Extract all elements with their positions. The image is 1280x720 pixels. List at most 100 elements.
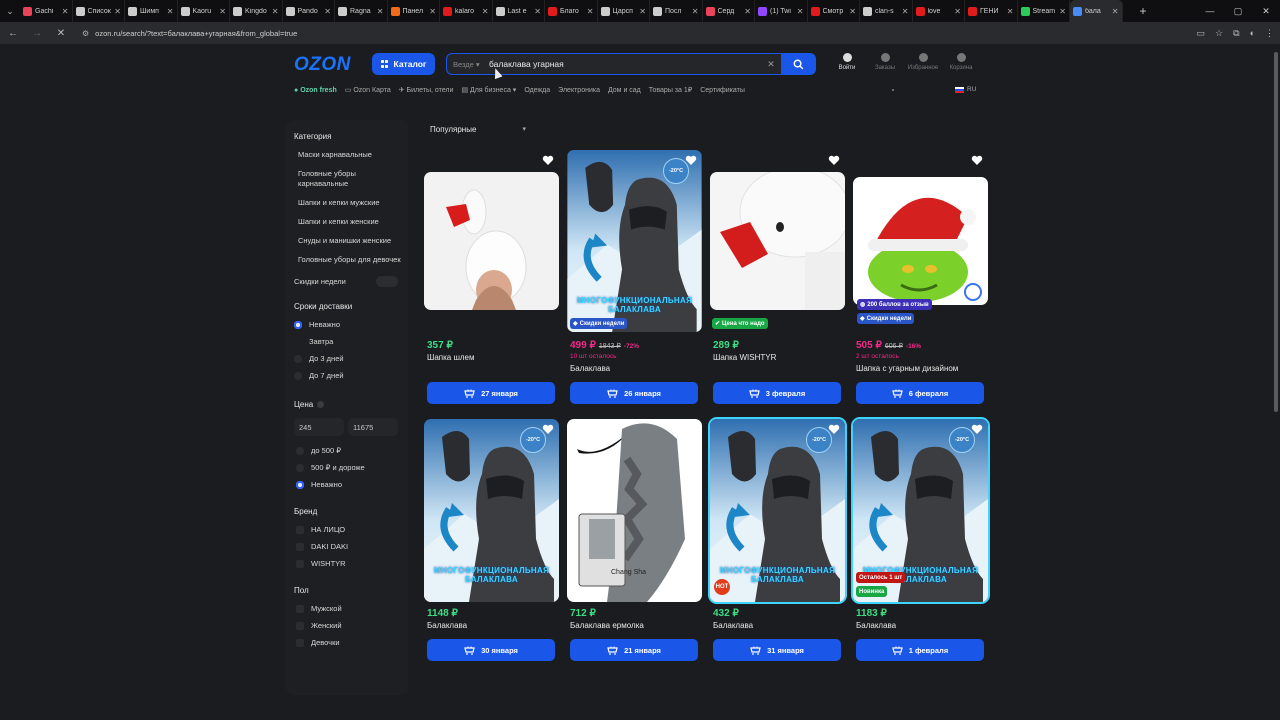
favorite-button[interactable] <box>971 153 983 165</box>
subnav-tickets[interactable]: ✈ Билеты, отели <box>399 86 454 94</box>
browser-tab[interactable]: kalaro ✕ <box>440 0 493 22</box>
browser-tab[interactable]: Посл ✕ <box>650 0 703 22</box>
product-title[interactable]: Балаклава <box>713 621 753 630</box>
subnav-clothes[interactable]: Одежда <box>524 87 550 94</box>
favorites-button[interactable]: Избранное <box>908 53 938 71</box>
site-info-icon[interactable]: ⚙ <box>82 29 89 38</box>
delivery-button[interactable]: 6 февраля <box>856 382 984 404</box>
brand-option[interactable]: WISHTYR <box>294 559 408 568</box>
search-input[interactable] <box>487 58 761 70</box>
search-button[interactable] <box>781 53 816 75</box>
browser-tab[interactable]: Список ✕ <box>73 0 125 22</box>
delivery-option[interactable]: Неважно <box>294 320 408 329</box>
browser-tab[interactable]: Шимп ✕ <box>125 0 178 22</box>
tab-close-icon[interactable]: ✕ <box>692 7 699 16</box>
subnav-ozon-card[interactable]: ▭ Ozon Карта <box>345 86 391 94</box>
extensions-icon[interactable]: ⧉ <box>1233 28 1239 39</box>
bookmark-star-icon[interactable]: ☆ <box>1215 28 1223 39</box>
browser-tab[interactable]: Pando ✕ <box>283 0 335 22</box>
minimize-icon[interactable]: — <box>1196 6 1224 17</box>
browser-tab[interactable]: clan-s ✕ <box>860 0 913 22</box>
product-title[interactable]: Шапка шлем <box>427 353 475 362</box>
category-link[interactable]: Головные уборы для девочек <box>294 255 408 265</box>
favorite-button[interactable] <box>828 153 840 165</box>
tab-close-icon[interactable]: ✕ <box>219 7 226 16</box>
discounts-toggle[interactable] <box>376 276 398 287</box>
product-title[interactable]: Шапка с угарным дизайном <box>856 364 958 373</box>
price-option[interactable]: 500 ₽ и дороже <box>294 463 408 472</box>
price-option[interactable]: Неважно <box>294 480 408 489</box>
catalog-button[interactable]: Каталог <box>372 53 435 75</box>
search-scope-select[interactable]: Везде ▾ <box>447 60 487 69</box>
tab-close-icon[interactable]: ✕ <box>1007 7 1014 16</box>
subnav-electronics[interactable]: Электроника <box>558 87 600 94</box>
price-from-input[interactable]: 245 <box>294 418 344 436</box>
gender-option[interactable]: Девочки <box>294 638 408 647</box>
cart-button[interactable]: Корзина <box>948 53 974 71</box>
new-tab-icon[interactable]: + <box>1134 4 1152 18</box>
login-button[interactable]: Войти <box>834 53 860 71</box>
subnav-ozon-fresh[interactable]: ● Ozon fresh <box>294 87 337 94</box>
tab-close-icon[interactable]: ✕ <box>114 7 121 16</box>
tab-close-icon[interactable]: ✕ <box>797 7 804 16</box>
language-select[interactable]: RU <box>955 86 976 93</box>
price-option[interactable]: до 500 ₽ <box>294 446 408 455</box>
browser-tab[interactable]: Серд ✕ <box>703 0 755 22</box>
browser-tab[interactable]: Kaoru ✕ <box>178 0 230 22</box>
subnav-one-ruble[interactable]: Товары за 1₽ <box>649 86 692 94</box>
favorite-button[interactable] <box>828 422 840 434</box>
tab-close-icon[interactable]: ✕ <box>849 7 856 16</box>
product-image-wrap[interactable] <box>853 177 988 305</box>
browser-tab[interactable]: Благо ✕ <box>545 0 598 22</box>
tab-close-icon[interactable]: ✕ <box>62 7 69 16</box>
delivery-button[interactable]: 31 января <box>713 639 841 661</box>
product-title[interactable]: Балаклава ермолка <box>570 621 644 630</box>
browser-tab[interactable]: Ragna ✕ <box>335 0 388 22</box>
ozon-logo[interactable]: OZON <box>294 54 351 76</box>
product-title[interactable]: Балаклава <box>427 621 467 630</box>
delivery-option[interactable]: До 7 дней <box>294 371 408 380</box>
product-title[interactable]: Шапка WISHTYR <box>713 353 776 362</box>
product-image-wrap[interactable] <box>424 172 559 310</box>
delivery-button[interactable]: 27 января <box>427 382 555 404</box>
subnav-business[interactable]: ▤ Для бизнеса ▾ <box>461 86 516 94</box>
category-link[interactable]: Шапки и кепки женские <box>294 217 408 227</box>
orders-button[interactable]: Заказы <box>872 53 898 71</box>
browser-tab[interactable]: Kingdo ✕ <box>230 0 283 22</box>
tab-close-icon[interactable]: ✕ <box>639 7 646 16</box>
forward-icon[interactable]: → <box>30 28 44 39</box>
tab-close-icon[interactable]: ✕ <box>377 7 384 16</box>
browser-tab[interactable]: Смотр ✕ <box>808 0 860 22</box>
product-title[interactable]: Балаклава <box>856 621 896 630</box>
favorite-button[interactable] <box>685 153 697 165</box>
tab-close-icon[interactable]: ✕ <box>167 7 174 16</box>
brand-option[interactable]: DAKI DAKI <box>294 542 408 551</box>
browser-tab[interactable]: Stream ✕ <box>1018 0 1070 22</box>
tab-close-icon[interactable]: ✕ <box>324 7 331 16</box>
delivery-button[interactable]: 30 января <box>427 639 555 661</box>
delivery-button[interactable]: 3 февраля <box>713 382 841 404</box>
url-field[interactable]: ⚙ ozon.ru/search/?text=балаклава+угарная… <box>78 25 1187 41</box>
browser-tab[interactable]: love ✕ <box>913 0 965 22</box>
delivery-button[interactable]: 1 февраля <box>856 639 984 661</box>
clear-search-icon[interactable]: ✕ <box>761 59 781 70</box>
browser-tab[interactable]: Gachi ✕ <box>20 0 73 22</box>
tab-close-icon[interactable]: ✕ <box>744 7 751 16</box>
tab-close-icon[interactable]: ✕ <box>1059 7 1066 16</box>
browser-tab[interactable]: Царсп ✕ <box>598 0 650 22</box>
sort-select[interactable]: Популярные ▾ <box>424 120 534 138</box>
delivery-option[interactable]: До 3 дней <box>294 354 408 363</box>
product-image-wrap[interactable] <box>710 172 845 310</box>
tab-close-icon[interactable]: ✕ <box>587 7 594 16</box>
tab-close-icon[interactable]: ✕ <box>272 7 279 16</box>
browser-tab[interactable]: бала ✕ <box>1070 0 1123 22</box>
favorite-button[interactable] <box>685 422 697 434</box>
delivery-button[interactable]: 26 января <box>570 382 698 404</box>
favorite-button[interactable] <box>542 153 554 165</box>
gender-option[interactable]: Мужской <box>294 604 408 613</box>
tab-close-icon[interactable]: ✕ <box>429 7 436 16</box>
profile-icon[interactable]: ◐ <box>1250 28 1255 39</box>
maximize-icon[interactable]: ▢ <box>1224 6 1252 17</box>
category-link[interactable]: Снуды и манишки женские <box>294 236 408 246</box>
price-to-input[interactable]: 11675 <box>348 418 398 436</box>
